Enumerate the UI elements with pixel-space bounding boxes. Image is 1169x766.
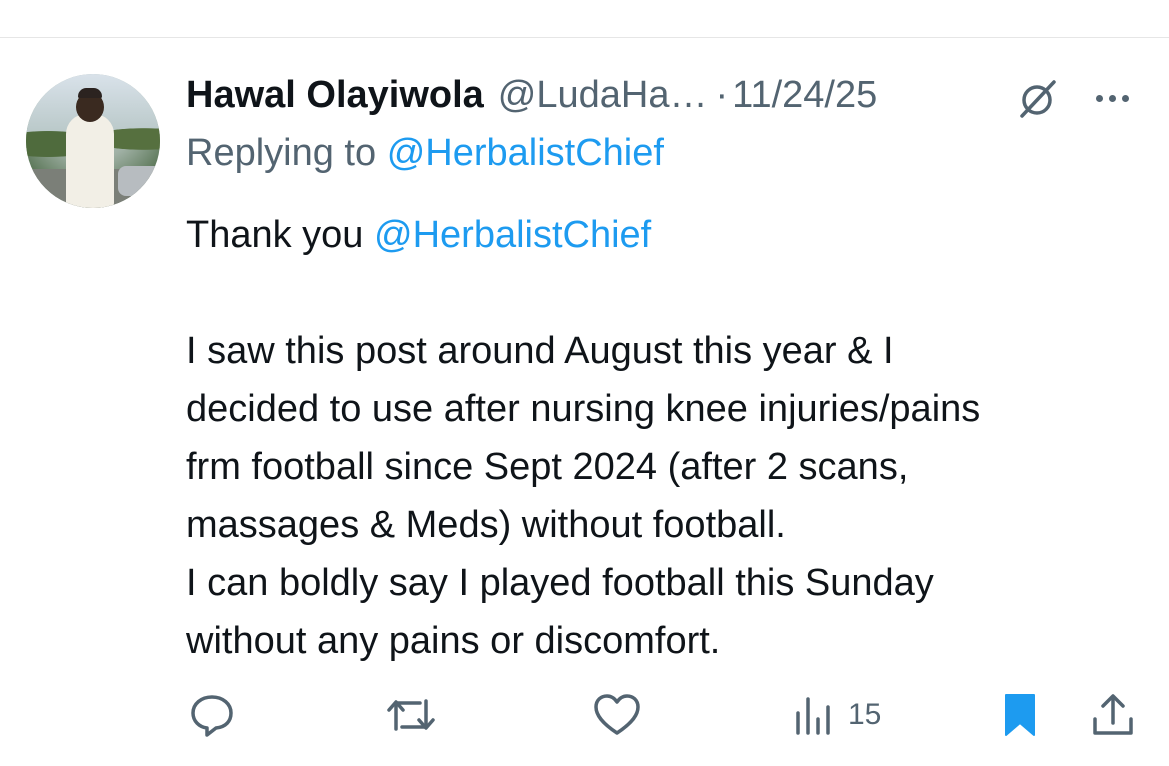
bookmark-icon: [1000, 691, 1040, 739]
body-line: frm football since Sept 2024 (after 2 sc…: [186, 446, 909, 488]
top-divider: [0, 37, 1169, 38]
grok-icon[interactable]: [1014, 76, 1060, 122]
separator-dot: ·: [715, 74, 729, 116]
share-button[interactable]: [1090, 690, 1136, 740]
thank-line: Thank you @HerbalistChief: [186, 206, 1156, 264]
avatar[interactable]: [26, 74, 160, 208]
action-bar: 15: [0, 690, 1169, 740]
replying-to: Replying to @HerbalistChief: [186, 132, 664, 175]
replying-prefix: Replying to: [186, 132, 377, 174]
like-button[interactable]: [592, 690, 642, 740]
display-name[interactable]: Hawal Olayiwola: [186, 74, 484, 117]
body-line: decided to use after nursing knee injuri…: [186, 388, 981, 430]
more-icon[interactable]: [1096, 92, 1140, 104]
tweet-date[interactable]: 11/24/25: [732, 74, 877, 117]
views-button[interactable]: 15: [794, 690, 881, 740]
bookmark-button[interactable]: [1000, 690, 1040, 740]
share-icon: [1090, 691, 1136, 739]
tweet-header: Hawal Olayiwola @LudaHa… · 11/24/25: [186, 74, 877, 118]
body-line: I saw this post around August this year …: [186, 330, 894, 372]
retweet-icon: [384, 691, 438, 739]
tweet-body: Thank you @HerbalistChief I saw this pos…: [186, 206, 1156, 670]
views-count: 15: [848, 698, 882, 731]
replying-to-mention[interactable]: @HerbalistChief: [387, 132, 664, 174]
thank-prefix: Thank you: [186, 214, 364, 256]
like-icon: [592, 691, 642, 739]
user-handle[interactable]: @LudaHa…: [498, 74, 708, 117]
body-line: without any pains or discomfort.: [186, 620, 721, 662]
reply-icon: [188, 691, 236, 739]
retweet-button[interactable]: [384, 690, 438, 740]
body-mention[interactable]: @HerbalistChief: [374, 214, 651, 256]
views-icon: [794, 691, 838, 739]
body-line: massages & Meds) without football.: [186, 504, 786, 546]
body-line: I can boldly say I played football this …: [186, 562, 934, 604]
reply-button[interactable]: [188, 690, 236, 740]
